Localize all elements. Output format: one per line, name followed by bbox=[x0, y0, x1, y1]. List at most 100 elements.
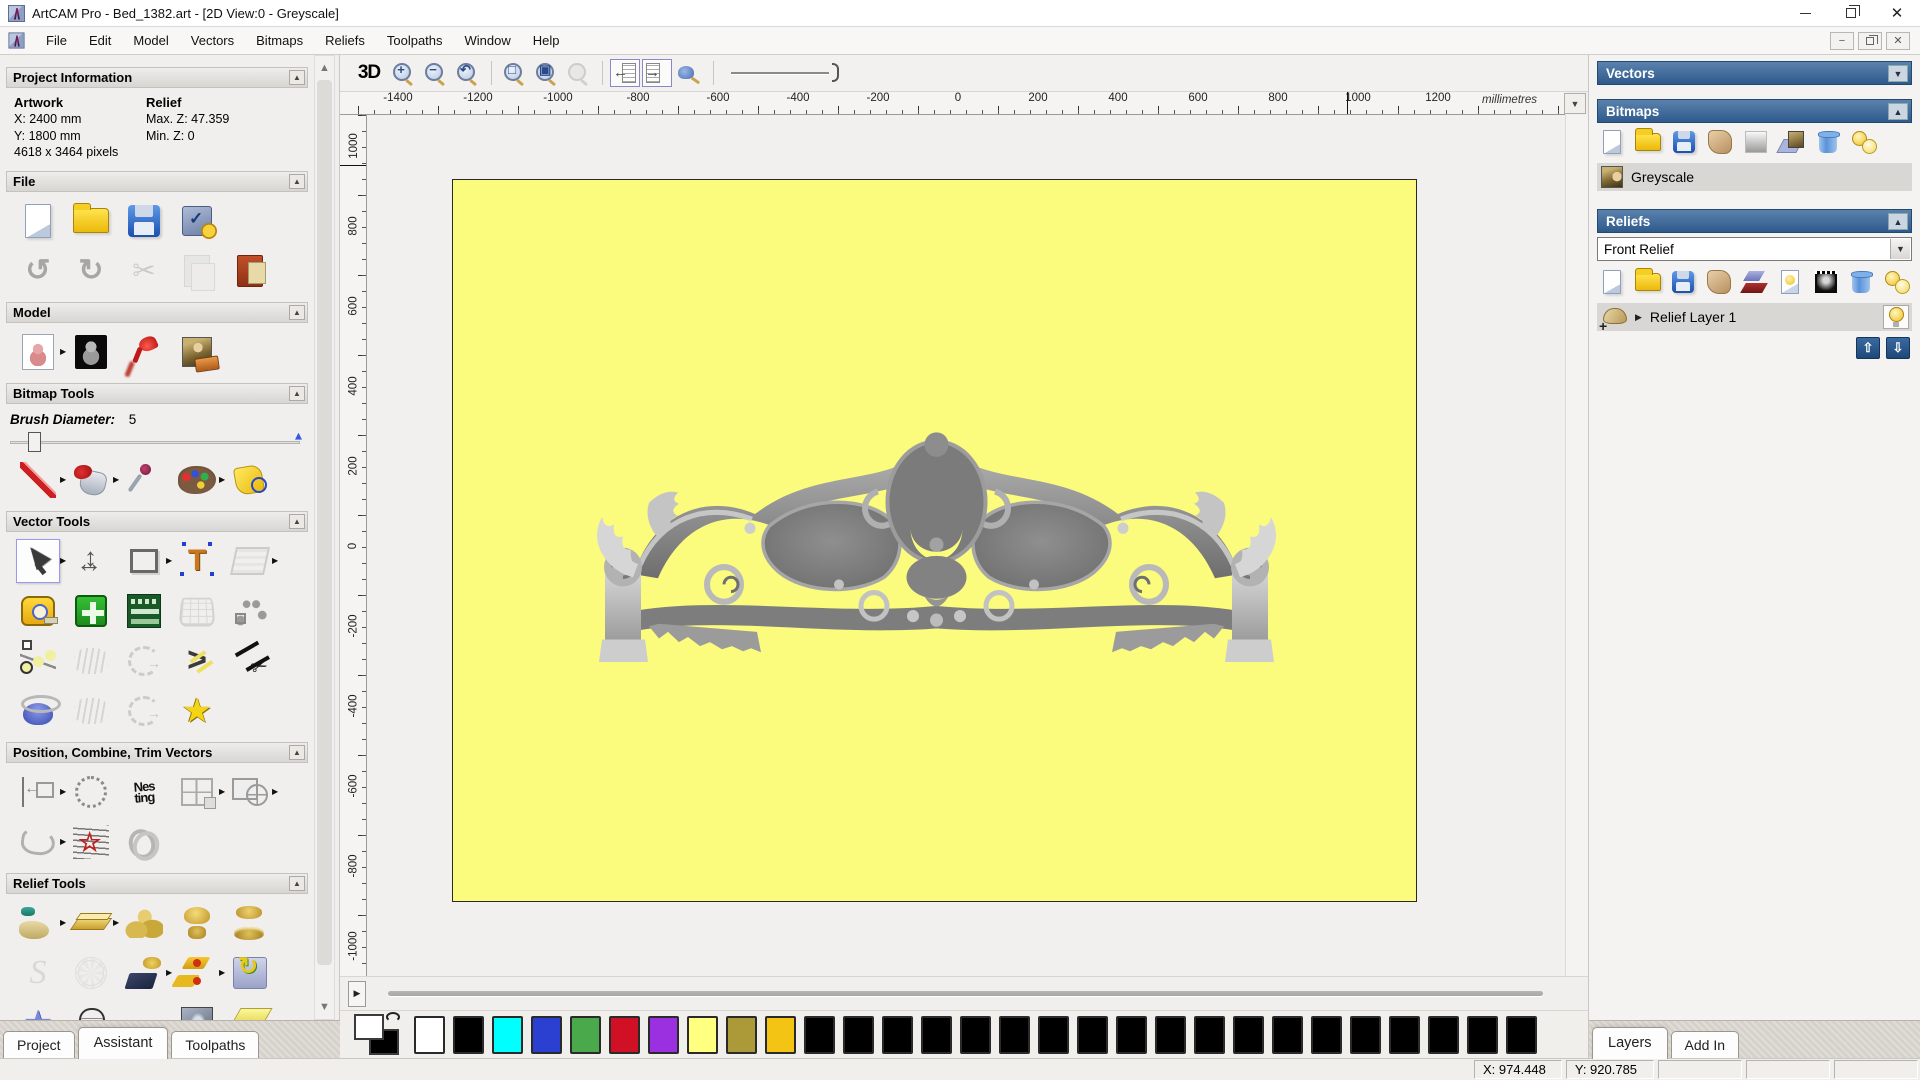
envelope-distort-icon[interactable] bbox=[228, 539, 272, 583]
cut-icon[interactable] bbox=[122, 249, 166, 293]
assistant-scrollbar[interactable]: ▲ ▼ bbox=[314, 55, 335, 1020]
trim-vectors-icon[interactable] bbox=[228, 639, 272, 683]
palette-swatch[interactable] bbox=[843, 1015, 874, 1054]
primary-secondary-colours[interactable] bbox=[354, 1011, 410, 1058]
relief-new-icon[interactable] bbox=[1599, 269, 1625, 295]
wrap-copy-relief-icon[interactable] bbox=[228, 951, 272, 995]
zoom-shaded-icon[interactable] bbox=[563, 59, 593, 87]
bitmap-new-icon[interactable] bbox=[1599, 129, 1625, 155]
blue-star-relief-icon[interactable]: ★ bbox=[16, 1001, 60, 1020]
collapse-section-icon[interactable]: ▲ bbox=[289, 385, 305, 401]
bitmap-grey-icon[interactable] bbox=[1743, 129, 1769, 155]
menu-edit[interactable]: Edit bbox=[78, 29, 122, 52]
flyout-arrow-icon[interactable] bbox=[113, 918, 122, 927]
bitmap-paint-icon[interactable] bbox=[1707, 129, 1733, 155]
flyout-arrow-icon[interactable] bbox=[60, 918, 69, 927]
flyout-arrow-icon[interactable] bbox=[166, 556, 175, 565]
tab-add-in[interactable]: Add In bbox=[1670, 1031, 1740, 1059]
bitmap-visibility-icon[interactable] bbox=[1851, 129, 1877, 155]
new-model-icon[interactable] bbox=[16, 199, 60, 243]
paint-pencil-icon[interactable] bbox=[16, 458, 60, 502]
menu-bitmaps[interactable]: Bitmaps bbox=[245, 29, 314, 52]
canvas-horizontal-scrollbar[interactable] bbox=[388, 991, 1543, 996]
brush-diameter-slider[interactable] bbox=[10, 431, 302, 453]
palette-swatch[interactable] bbox=[687, 1015, 718, 1054]
slider-handle[interactable] bbox=[28, 431, 41, 452]
menu-toolpaths[interactable]: Toolpaths bbox=[376, 29, 454, 52]
scroll-down-icon[interactable]: ▼ bbox=[315, 997, 334, 1017]
view-3d-button[interactable]: 3D bbox=[352, 59, 386, 87]
palette-swatch[interactable] bbox=[609, 1015, 640, 1054]
relief-delete-icon[interactable] bbox=[1848, 269, 1874, 295]
palette-swatch[interactable] bbox=[531, 1015, 562, 1054]
palette-swatch[interactable] bbox=[1116, 1015, 1147, 1054]
expand-panel-icon[interactable]: ▼ bbox=[1888, 65, 1908, 82]
bitmap-layer-name[interactable]: Greyscale bbox=[1631, 169, 1694, 185]
sculpt-relief-icon[interactable] bbox=[16, 901, 60, 945]
palette-swatch[interactable] bbox=[1272, 1015, 1303, 1054]
zoom-fit-icon[interactable]: ▣ bbox=[531, 59, 561, 87]
paint-bucket-icon[interactable] bbox=[69, 458, 113, 502]
record-notes-icon[interactable] bbox=[228, 249, 272, 293]
link-colours-icon[interactable] bbox=[386, 1011, 400, 1022]
tab-toolpaths[interactable]: Toolpaths bbox=[171, 1031, 260, 1059]
scroll-up-icon[interactable]: ▲ bbox=[315, 58, 334, 78]
palette-swatch[interactable] bbox=[453, 1015, 484, 1054]
tab-project[interactable]: Project bbox=[3, 1031, 75, 1059]
flyout-arrow-icon[interactable] bbox=[272, 787, 281, 796]
menu-model[interactable]: Model bbox=[122, 29, 179, 52]
zoom-in-icon[interactable]: + bbox=[388, 59, 418, 87]
flyout-arrow-icon[interactable] bbox=[60, 787, 69, 796]
palette-swatch[interactable] bbox=[960, 1015, 991, 1054]
minimize-button[interactable] bbox=[1782, 0, 1828, 26]
move-layer-down-icon[interactable]: ⇩ bbox=[1886, 337, 1910, 359]
palette-swatch[interactable] bbox=[1311, 1015, 1342, 1054]
block-copy-icon[interactable] bbox=[175, 770, 219, 814]
pan-right-page-icon[interactable] bbox=[642, 59, 672, 87]
flyout-arrow-icon[interactable] bbox=[219, 475, 228, 484]
zoom-previous-icon[interactable]: ↶ bbox=[452, 59, 482, 87]
flyout-arrow-icon[interactable] bbox=[113, 475, 122, 484]
smooth-relief-icon[interactable] bbox=[122, 901, 166, 945]
create-polyline-icon[interactable] bbox=[16, 639, 60, 683]
palette-swatch[interactable] bbox=[492, 1015, 523, 1054]
palette-swatch[interactable] bbox=[1350, 1015, 1381, 1054]
palette-swatch[interactable] bbox=[1194, 1015, 1225, 1054]
flyout-arrow-icon[interactable] bbox=[60, 556, 69, 565]
relief-save-icon[interactable] bbox=[1671, 269, 1697, 295]
scrollbar-thumb[interactable] bbox=[317, 80, 332, 965]
artwork-canvas[interactable] bbox=[452, 179, 1417, 902]
undo-icon[interactable] bbox=[16, 249, 60, 293]
export-artwork-icon[interactable] bbox=[16, 330, 60, 374]
bitmap-delete-icon[interactable] bbox=[1815, 129, 1841, 155]
star-tool-icon[interactable]: ★ bbox=[175, 689, 219, 733]
join-vectors-icon[interactable] bbox=[16, 820, 60, 864]
zoom-out-icon[interactable]: − bbox=[420, 59, 450, 87]
mirror-arc-icon[interactable] bbox=[122, 689, 166, 733]
palette-swatch[interactable] bbox=[1467, 1015, 1498, 1054]
flood-fill-icon[interactable] bbox=[228, 458, 272, 502]
palette-swatch[interactable] bbox=[1428, 1015, 1459, 1054]
flyout-arrow-icon[interactable] bbox=[219, 968, 228, 977]
arc-editor-icon[interactable] bbox=[122, 639, 166, 683]
relief-greyscale-view-icon[interactable] bbox=[1813, 269, 1839, 295]
add-gold-bar-icon[interactable] bbox=[69, 901, 113, 945]
relief-from-book-icon[interactable] bbox=[122, 951, 166, 995]
collapse-section-icon[interactable]: ▲ bbox=[289, 744, 305, 760]
face-wizard-icon[interactable] bbox=[175, 1001, 219, 1020]
flyout-arrow-icon[interactable] bbox=[60, 475, 69, 484]
dome-relief-icon[interactable] bbox=[175, 901, 219, 945]
bitmap-layer-row[interactable]: Greyscale bbox=[1597, 163, 1912, 191]
palette-swatch[interactable] bbox=[648, 1015, 679, 1054]
palette-swatch[interactable] bbox=[726, 1015, 757, 1054]
offset-relief-icon[interactable] bbox=[228, 1001, 272, 1020]
move-layer-up-icon[interactable]: ⇧ bbox=[1856, 337, 1880, 359]
collapse-section-icon[interactable]: ▲ bbox=[289, 304, 305, 320]
distort-star-icon[interactable] bbox=[69, 820, 113, 864]
colour-picker-icon[interactable] bbox=[122, 458, 166, 502]
flyout-arrow-icon[interactable] bbox=[60, 347, 69, 356]
collapse-section-icon[interactable]: ▲ bbox=[289, 173, 305, 189]
pan-left-page-icon[interactable] bbox=[610, 59, 640, 87]
relief-set-dropdown[interactable]: Front Relief ▼ bbox=[1597, 237, 1912, 261]
bitmap-from-relief-icon[interactable] bbox=[69, 330, 113, 374]
